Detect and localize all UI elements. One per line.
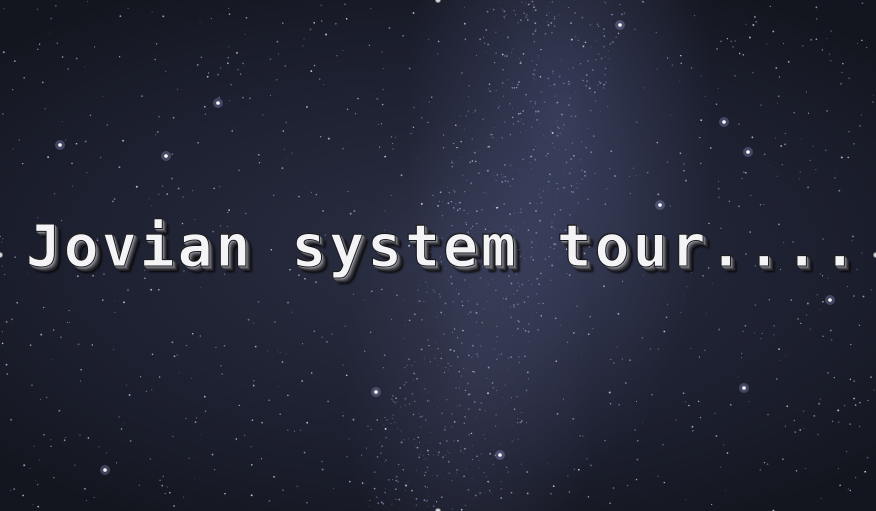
slide-canvas[interactable]: Jovian system tour.... <box>0 0 876 511</box>
slide-title[interactable]: Jovian system tour.... <box>0 212 876 281</box>
